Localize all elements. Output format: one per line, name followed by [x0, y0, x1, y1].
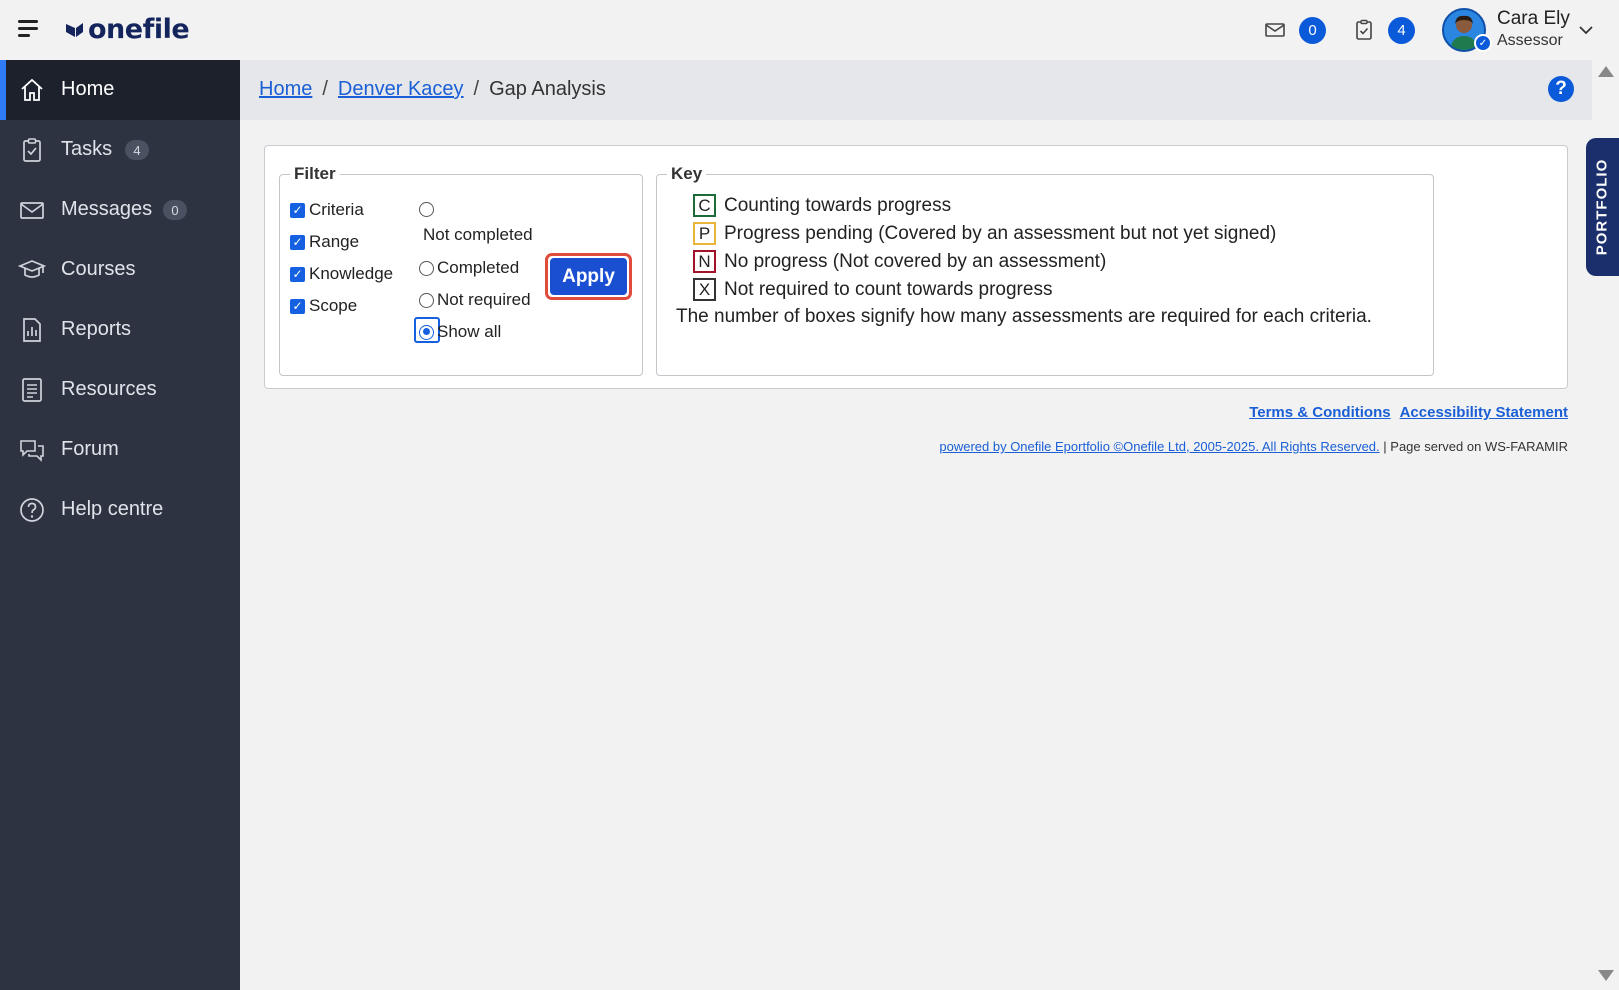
footer-meta: powered by Onefile Eportfolio ©Onefile L…	[939, 439, 1568, 454]
sidebar-item-label: Tasks	[61, 138, 113, 160]
checkbox-label: Range	[309, 232, 360, 251]
sidebar-item-messages[interactable]: Messages 0	[0, 180, 240, 240]
question-circle-icon	[20, 498, 44, 522]
apply-button-label: Apply	[550, 258, 627, 295]
apply-button[interactable]: Apply	[545, 253, 632, 300]
report-icon	[23, 318, 41, 342]
sidebar-item-reports[interactable]: Reports	[0, 300, 240, 360]
sidebar-item-courses[interactable]: Courses	[0, 240, 240, 300]
key-note: The number of boxes signify how many ass…	[676, 306, 1372, 327]
radio-label: Show all	[437, 322, 502, 341]
key-item-text: Progress pending (Covered by an assessme…	[724, 222, 1277, 244]
show-all-radio[interactable]: Show all	[419, 322, 501, 342]
sidebar-item-label: Messages	[61, 198, 153, 220]
sidebar-item-resources[interactable]: Resources	[0, 360, 240, 420]
key-item-counting: C Counting towards progress	[693, 194, 951, 217]
key-letter-box: N	[693, 250, 716, 273]
radio-circle-selected	[419, 324, 434, 340]
key-letter-box: P	[693, 222, 716, 245]
scope-checkbox[interactable]: ✓ Scope	[290, 296, 357, 316]
key-legend: Key	[671, 164, 703, 183]
sidebar-item-tasks[interactable]: Tasks 4	[0, 120, 240, 180]
breadcrumb-home-link[interactable]: Home	[259, 78, 312, 100]
checkmark-icon: ✓	[290, 234, 305, 250]
served-text: | Page served on WS-FARAMIR	[1383, 439, 1568, 454]
verified-check-icon: ✓	[1474, 34, 1492, 52]
sidebar-item-label: Help centre	[61, 498, 164, 520]
envelope-icon	[20, 202, 44, 219]
home-icon	[21, 78, 43, 101]
key-item-no-progress: N No progress (Not covered by an assessm…	[693, 250, 1106, 273]
not-required-radio[interactable]: Not required	[419, 290, 531, 310]
radio-label: Completed	[437, 258, 520, 277]
help-icon[interactable]: ?	[1548, 76, 1574, 102]
key-letter-box: C	[693, 194, 716, 217]
criteria-checkbox[interactable]: ✓ Criteria	[290, 200, 364, 220]
onefile-logo-mark-icon	[66, 23, 83, 37]
filter-legend: Filter	[294, 164, 336, 183]
key-letter-box: X	[693, 278, 716, 301]
portfolio-tab-label: PORTFOLIO	[1593, 158, 1611, 256]
completed-radio[interactable]: Completed	[419, 258, 519, 278]
checkbox-label: Criteria	[309, 200, 364, 219]
sidebar: Home Tasks 4 Messages 0 Courses Reports …	[0, 60, 240, 990]
clipboard-check-icon[interactable]	[1352, 18, 1376, 42]
clipboard-check-icon	[23, 138, 41, 162]
key-item-text: Not required to count towards progress	[724, 278, 1053, 300]
radio-circle[interactable]	[419, 202, 434, 217]
sidebar-item-label: Reports	[61, 318, 132, 340]
portfolio-tab[interactable]: PORTFOLIO	[1586, 138, 1619, 276]
sidebar-item-home[interactable]: Home	[0, 60, 240, 120]
range-checkbox[interactable]: ✓ Range	[290, 232, 359, 252]
sidebar-item-help-centre[interactable]: Help centre	[0, 480, 240, 540]
powered-by-link[interactable]: powered by Onefile Eportfolio ©Onefile L…	[939, 439, 1379, 454]
resources-icon	[22, 378, 42, 402]
radio-circle	[419, 260, 434, 276]
radio-label: Not required	[437, 290, 531, 309]
forum-icon	[20, 440, 44, 462]
logo-text: onefile	[88, 13, 190, 45]
breadcrumb: Home / Denver Kacey / Gap Analysis	[259, 78, 606, 101]
sidebar-item-label: Forum	[61, 438, 119, 460]
checkbox-label: Scope	[309, 296, 358, 315]
messages-count: 0	[163, 200, 187, 220]
user-name[interactable]: Cara Ely	[1497, 8, 1570, 30]
tasks-count-badge[interactable]: 4	[1388, 17, 1415, 44]
scroll-up-icon[interactable]	[1598, 66, 1614, 77]
checkmark-icon: ✓	[290, 298, 305, 314]
onefile-logo[interactable]: onefile	[64, 12, 190, 46]
breadcrumb-separator: /	[473, 78, 480, 100]
breadcrumb-separator: /	[322, 78, 328, 100]
key-item-not-required: X Not required to count towards progress	[693, 278, 1052, 301]
checkmark-icon: ✓	[290, 202, 305, 218]
top-bar: onefile 0 4 ✓ Cara Ely Assessor	[0, 0, 1619, 60]
graduation-cap-icon	[18, 260, 46, 278]
checkmark-icon: ✓	[290, 266, 305, 282]
not-completed-radio[interactable]	[419, 202, 437, 217]
radio-circle	[419, 292, 434, 308]
messages-count-badge[interactable]: 0	[1299, 17, 1326, 44]
sidebar-item-label: Resources	[61, 378, 157, 400]
knowledge-checkbox[interactable]: ✓ Knowledge	[290, 264, 393, 284]
accessibility-link[interactable]: Accessibility Statement	[1400, 404, 1568, 421]
terms-link[interactable]: Terms & Conditions	[1249, 404, 1390, 421]
footer-links: Terms & Conditions Accessibility Statemen…	[1240, 404, 1568, 421]
scroll-down-icon[interactable]	[1598, 970, 1614, 981]
sidebar-item-forum[interactable]: Forum	[0, 420, 240, 480]
breadcrumb-learner-link[interactable]: Denver Kacey	[338, 78, 464, 100]
chevron-down-icon[interactable]	[1578, 22, 1594, 38]
menu-icon[interactable]	[18, 20, 40, 38]
sidebar-item-label: Home	[61, 78, 115, 100]
page-title: Gap Analysis	[489, 78, 606, 100]
not-completed-label[interactable]: Not completed	[423, 225, 533, 245]
key-item-text: No progress (Not covered by an assessmen…	[724, 250, 1107, 272]
breadcrumb-bar: Home / Denver Kacey / Gap Analysis	[240, 60, 1592, 120]
envelope-icon[interactable]	[1263, 18, 1287, 42]
user-role: Assessor	[1497, 32, 1563, 49]
key-item-pending: P Progress pending (Covered by an assess…	[693, 222, 1276, 245]
sidebar-item-label: Courses	[61, 258, 136, 280]
tasks-count: 4	[125, 140, 149, 160]
checkbox-label: Knowledge	[309, 264, 394, 283]
key-item-text: Counting towards progress	[724, 194, 952, 216]
